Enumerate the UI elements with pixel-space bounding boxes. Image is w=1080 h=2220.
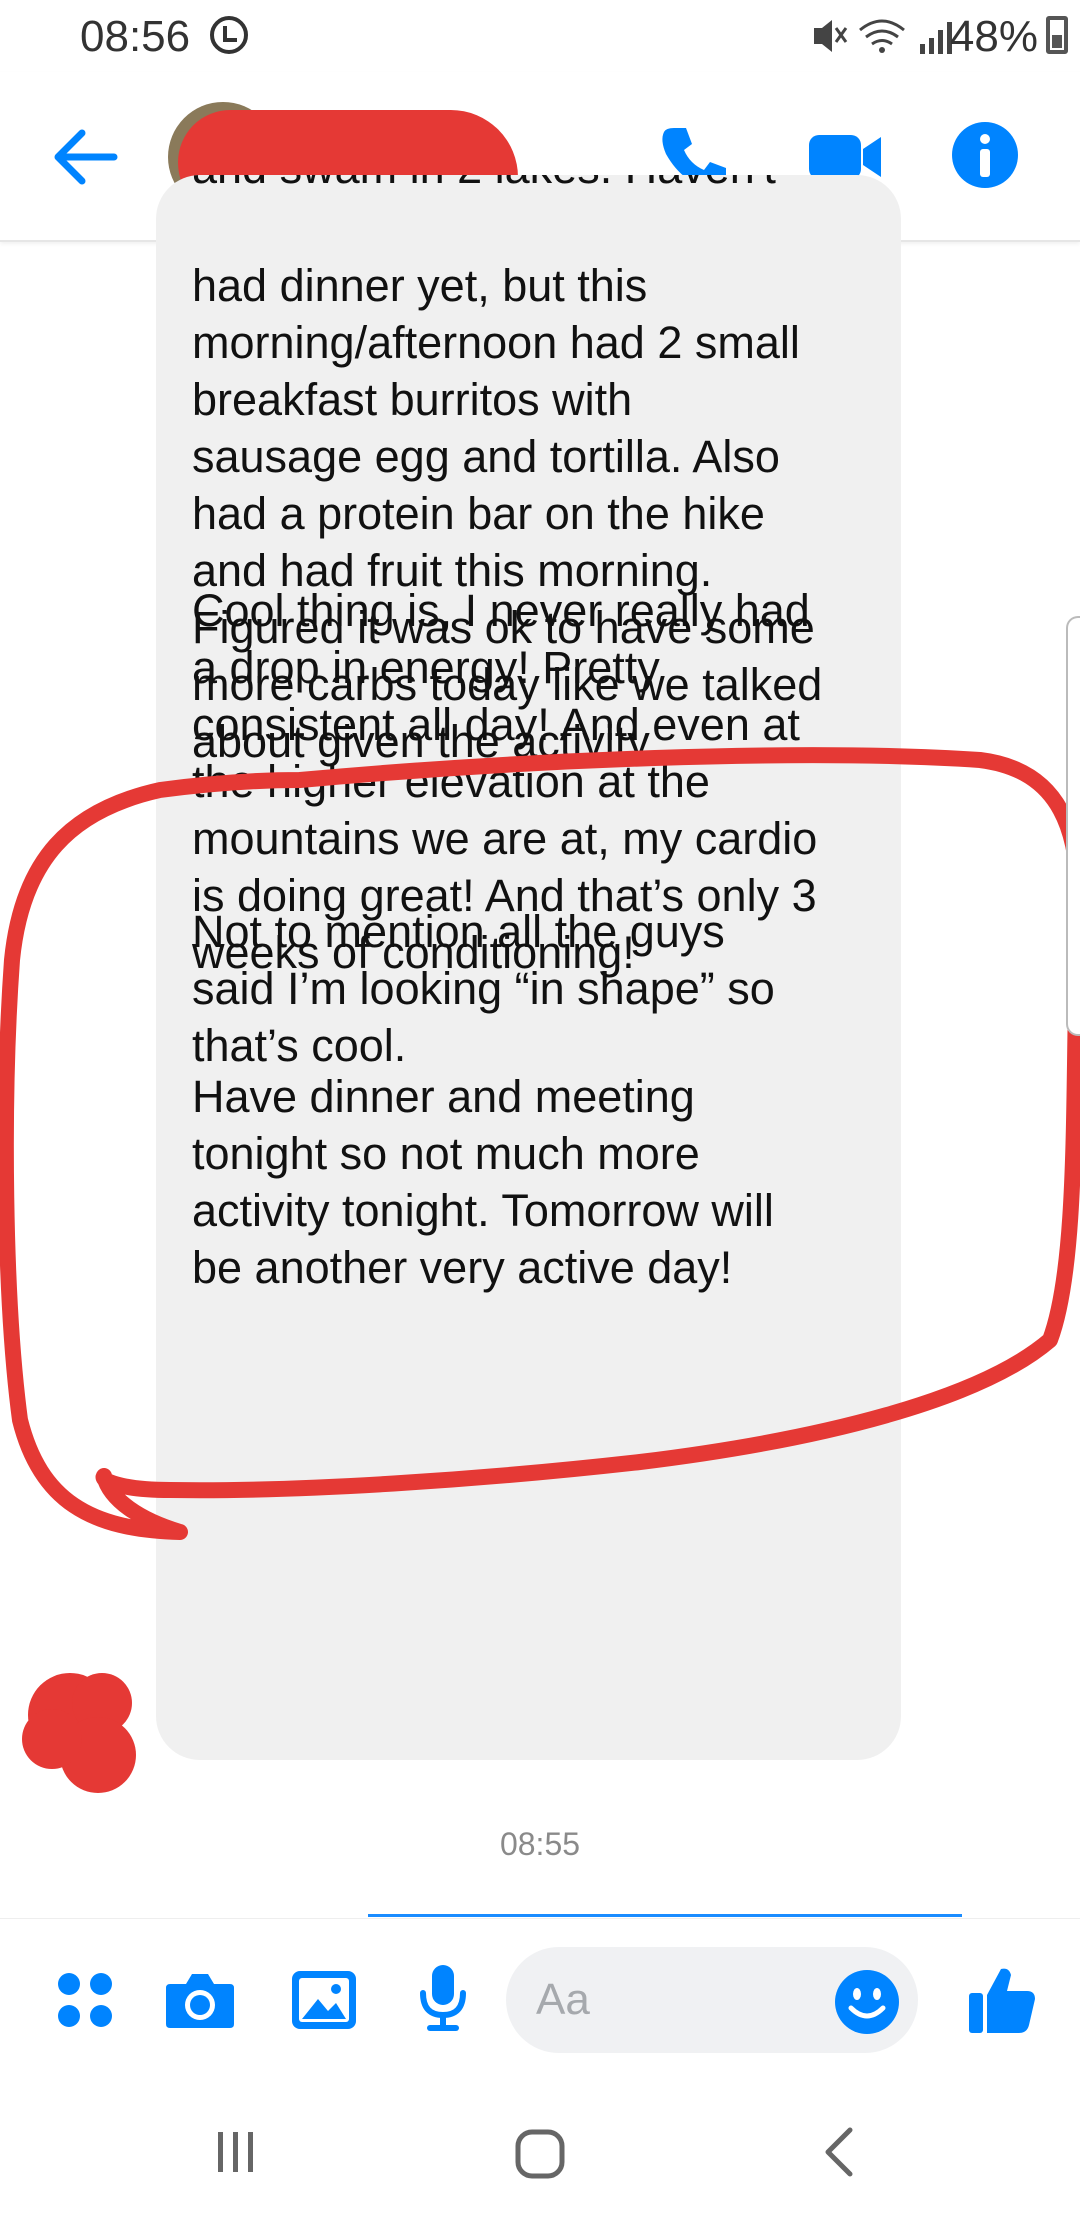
camera-icon <box>166 1974 234 2028</box>
battery-level: 48% <box>949 12 1038 61</box>
emoji-button[interactable] <box>830 1965 904 2039</box>
message-text-3: Not to mention all the guys said I’m loo… <box>192 906 775 1071</box>
back-button[interactable] <box>40 112 130 202</box>
more-actions-button[interactable] <box>48 1963 122 2037</box>
back-icon <box>825 2127 853 2177</box>
sender-avatar-redacted <box>22 1673 136 1793</box>
home-icon <box>515 2129 565 2179</box>
message-input-pill[interactable] <box>506 1947 918 2053</box>
alarm-icon <box>210 16 248 54</box>
thumbs-up-icon <box>969 1968 1035 2033</box>
message-input[interactable] <box>536 1969 836 2031</box>
signal-icons <box>810 14 960 68</box>
microphone-icon <box>420 1965 466 2031</box>
nav-back-button[interactable] <box>800 2116 880 2188</box>
recent-apps-button[interactable] <box>200 2116 272 2188</box>
battery-icon <box>1046 16 1068 54</box>
image-icon <box>292 1971 356 2029</box>
scroll-handle[interactable] <box>1066 616 1080 1036</box>
arrow-left-icon <box>54 129 118 185</box>
emoji-icon <box>835 1970 899 2034</box>
message-cutoff-line: and swam in 2 lakes. Haven't <box>192 175 776 196</box>
status-bar: 08:56 48% <box>0 0 1080 72</box>
status-time: 08:56 <box>80 12 191 61</box>
info-icon <box>952 122 1018 188</box>
info-button[interactable] <box>940 110 1030 200</box>
load-progress-line <box>368 1914 962 1917</box>
voice-button[interactable] <box>406 1959 480 2039</box>
camera-button[interactable] <box>160 1963 240 2037</box>
like-button[interactable] <box>962 1957 1042 2041</box>
message-bubble[interactable]: and swam in 2 lakes. Haven't had dinner … <box>156 175 901 1760</box>
message-timestamp: 08:55 <box>499 1826 581 1862</box>
gallery-button[interactable] <box>284 1963 364 2037</box>
message-composer <box>0 1918 1080 2080</box>
message-text-4: Have dinner and meeting tonight so not m… <box>192 1071 774 1293</box>
recent-apps-icon <box>218 2132 253 2172</box>
home-button[interactable] <box>500 2114 580 2194</box>
four-dots-icon <box>58 1973 112 2027</box>
system-nav-bar <box>0 2080 1080 2220</box>
